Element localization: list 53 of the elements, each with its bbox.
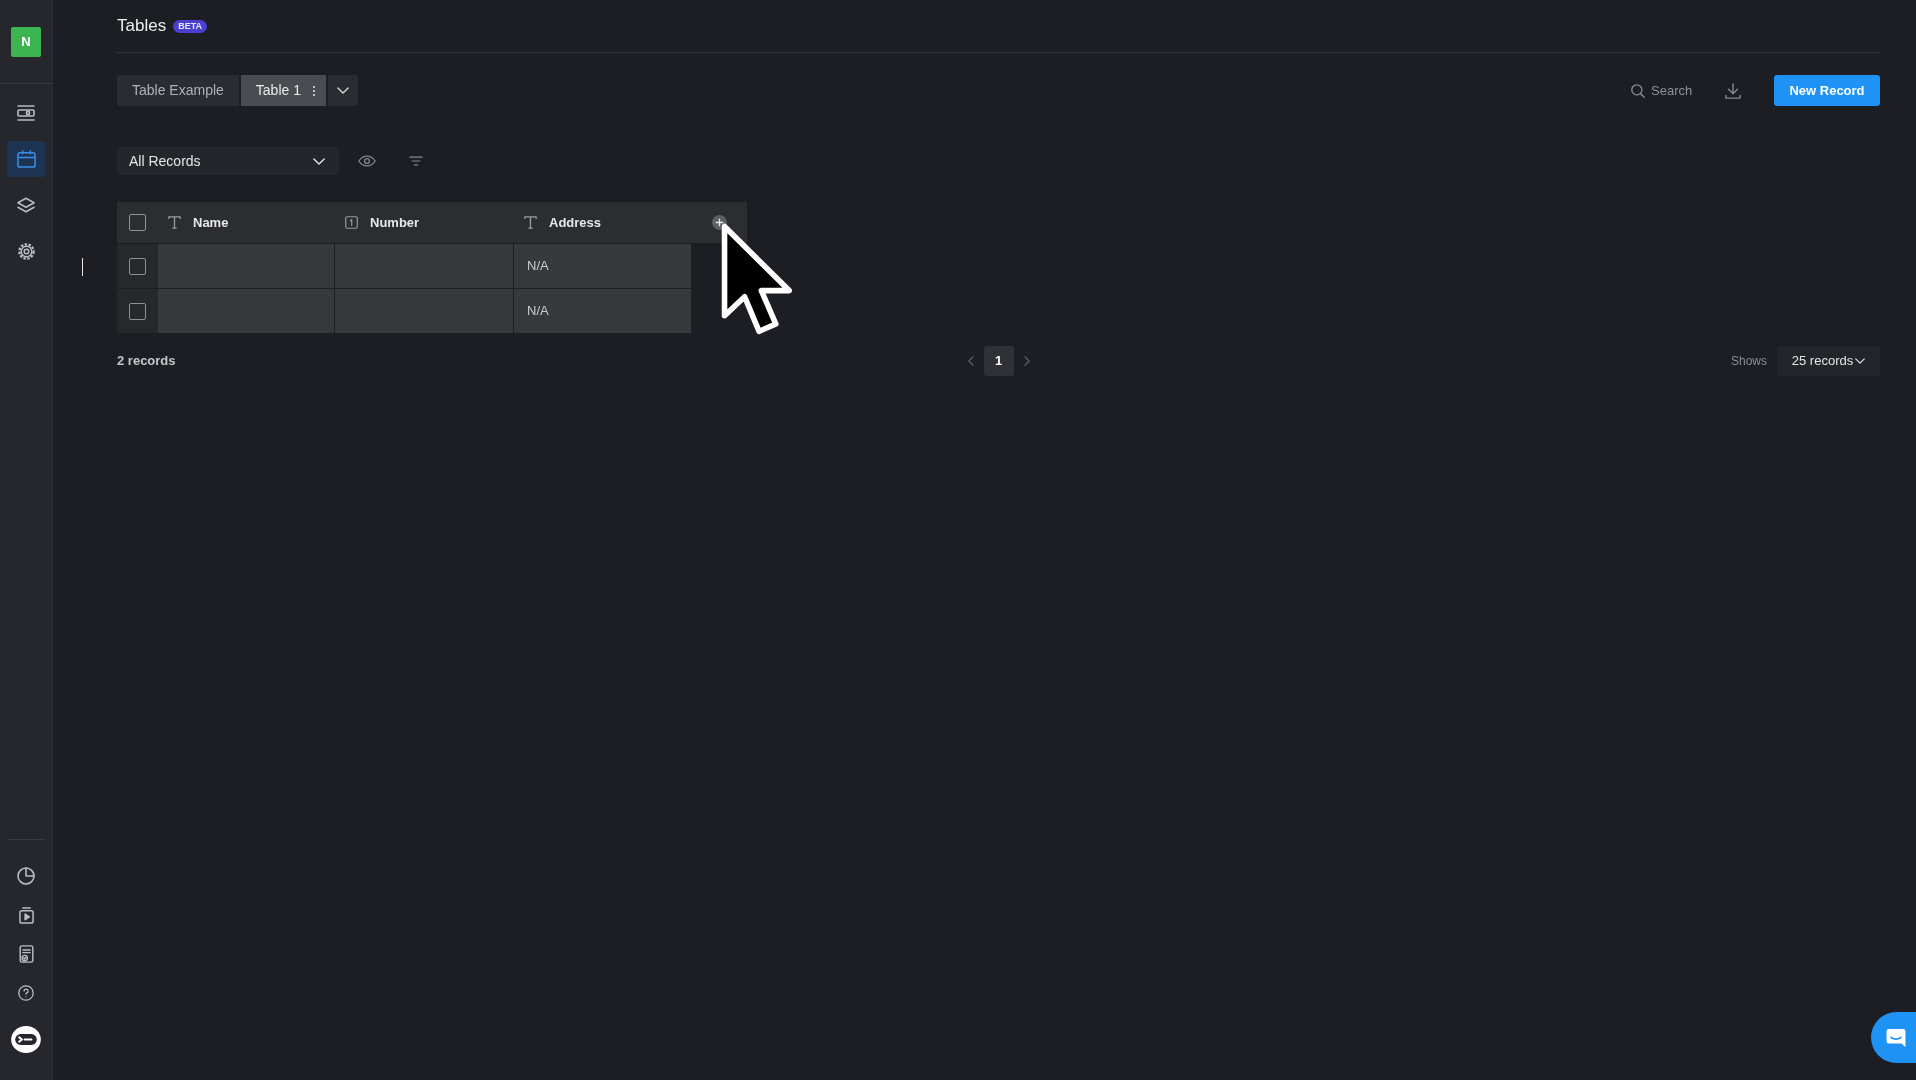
kebab-icon [312, 84, 316, 97]
table-tab[interactable]: Table 1 [240, 75, 326, 106]
chevron-left-icon [967, 356, 974, 366]
page-size-label: Shows [1730, 353, 1767, 370]
search-icon [1631, 83, 1645, 98]
pie-chart-icon [17, 867, 35, 885]
text-type-icon [168, 216, 181, 229]
row-checkbox[interactable] [129, 302, 146, 320]
download-button[interactable] [1725, 82, 1741, 99]
text-caret [82, 258, 83, 276]
table-cell[interactable] [158, 289, 334, 333]
visibility-button[interactable] [358, 155, 376, 167]
gear-icon [17, 242, 35, 260]
chevron-down-icon [313, 157, 325, 165]
chevron-down-icon [337, 87, 349, 94]
search-field[interactable]: Search [1651, 80, 1697, 101]
document-icon [18, 945, 34, 963]
robot-icon [11, 1025, 41, 1053]
calendar-icon [16, 150, 36, 168]
column-header[interactable]: Number [370, 212, 420, 233]
chat-bubble-icon [1885, 1027, 1906, 1048]
previous-page-button[interactable] [967, 356, 974, 366]
panel-icon [17, 104, 35, 122]
column-header[interactable]: Name [193, 212, 229, 233]
page-title: Tables [117, 15, 167, 38]
table-cell[interactable]: N/A [514, 289, 691, 333]
chat-launcher-button[interactable] [1871, 1012, 1916, 1063]
column-header[interactable]: Address [549, 212, 602, 233]
download-icon [1725, 82, 1741, 99]
beta-badge: BETA [173, 19, 207, 33]
table-tab[interactable]: Table Example [117, 75, 239, 106]
table-cell[interactable] [158, 244, 334, 288]
table-cell[interactable]: N/A [514, 244, 691, 288]
help-icon [18, 985, 34, 1001]
row-checkbox[interactable] [129, 257, 146, 275]
number-type-icon [345, 216, 358, 229]
filter-button[interactable] [409, 156, 423, 166]
tabs-dropdown-button[interactable] [328, 75, 358, 106]
text-type-icon [524, 216, 537, 229]
select-all-checkbox[interactable] [129, 214, 146, 231]
play-box-icon [18, 906, 34, 924]
page-button[interactable]: 1 [983, 346, 1014, 376]
layers-icon [17, 197, 35, 213]
table-cell[interactable] [335, 289, 513, 333]
eye-icon [358, 155, 376, 167]
chevron-right-icon [1023, 356, 1030, 366]
view-dropdown[interactable]: All Records [117, 147, 339, 175]
table-cell[interactable] [335, 244, 513, 288]
page-size-dropdown[interactable]: 25 records [1777, 346, 1880, 376]
chevron-down-icon [1855, 358, 1866, 364]
next-page-button[interactable] [1023, 356, 1030, 366]
filter-icon [409, 156, 423, 166]
record-count: 2 records [117, 353, 176, 369]
